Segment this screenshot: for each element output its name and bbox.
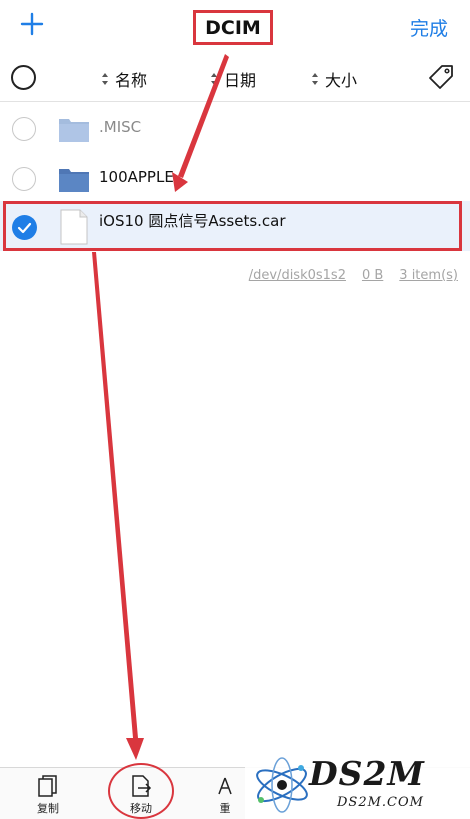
select-all-radio[interactable] xyxy=(11,65,36,90)
file-row[interactable]: 100APPLE xyxy=(0,154,470,204)
sort-date-label: 日期 xyxy=(224,71,257,90)
file-row-selected[interactable]: iOS10 圆点信号Assets.car xyxy=(0,201,470,251)
folder-icon xyxy=(59,119,89,142)
rename-label: 重 xyxy=(219,802,231,815)
sort-by-date[interactable]: 日期 xyxy=(210,67,256,91)
move-label: 移动 xyxy=(130,802,152,815)
move-button[interactable]: 移动 xyxy=(116,774,166,816)
sort-bar: 名称 日期 大小 xyxy=(0,54,470,102)
sort-by-size[interactable]: 大小 xyxy=(311,67,357,91)
tag-icon[interactable] xyxy=(428,64,454,90)
file-name: .MISC xyxy=(99,118,142,136)
folder-icon xyxy=(59,169,89,192)
copy-label: 复制 xyxy=(37,802,59,815)
file-name: 100APPLE xyxy=(99,168,174,186)
sort-size-label: 大小 xyxy=(325,71,358,90)
rename-icon xyxy=(218,777,232,795)
sort-arrows-icon xyxy=(211,73,217,85)
copy-button[interactable]: 复制 xyxy=(23,774,73,816)
watermark-title: DS2M xyxy=(309,754,425,793)
disk-size[interactable]: 0 B xyxy=(362,268,383,283)
move-icon xyxy=(132,775,152,797)
copy-icon xyxy=(38,775,57,797)
watermark: DS2M DS2M.COM xyxy=(245,748,470,819)
nav-bar: DCIM 完成 xyxy=(0,0,470,54)
annotation-arrowhead-move xyxy=(126,738,144,760)
watermark-url: DS2M.COM xyxy=(337,795,424,810)
file-name: iOS10 圆点信号Assets.car xyxy=(99,212,286,230)
rename-button[interactable]: 重 xyxy=(200,774,250,816)
sort-name-label: 名称 xyxy=(115,71,148,90)
sort-by-name[interactable]: 名称 xyxy=(101,67,147,91)
page-title: DCIM xyxy=(193,10,273,45)
document-icon xyxy=(60,209,88,245)
sort-arrows-icon xyxy=(102,73,108,85)
row-select-radio[interactable] xyxy=(12,117,36,141)
disk-path[interactable]: /dev/disk0s1s2 xyxy=(249,268,346,283)
storage-info: /dev/disk0s1s2 0 B 3 item(s) xyxy=(249,268,458,283)
row-select-radio[interactable] xyxy=(12,167,36,191)
app-window: DCIM 完成 名称 日期 大小 .MISC 100APPLE iOS10 圆点… xyxy=(0,0,470,819)
checkmark-icon[interactable] xyxy=(12,215,37,240)
sort-arrows-icon xyxy=(312,73,318,85)
annotation-arrow-to-move xyxy=(92,252,138,738)
done-button[interactable]: 完成 xyxy=(410,14,448,41)
plus-icon[interactable] xyxy=(20,12,44,36)
atom-logo-icon xyxy=(256,757,308,813)
file-row[interactable]: .MISC xyxy=(0,104,470,154)
item-count[interactable]: 3 item(s) xyxy=(399,268,458,283)
